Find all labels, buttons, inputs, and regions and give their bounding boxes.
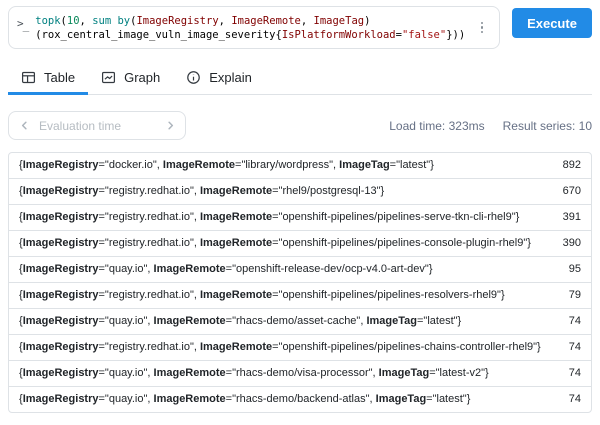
query-token: IsPlatformWorkload [282, 29, 396, 41]
query-token: sum [92, 15, 111, 27]
result-row: {ImageRegistry="quay.io", ImageRemote="r… [9, 361, 591, 387]
query-token: )) [453, 29, 466, 41]
load-time-text: Load time: 323ms [389, 119, 484, 133]
query-token: ) [364, 15, 370, 27]
result-row: {ImageRegistry="docker.io", ImageRemote=… [9, 153, 591, 179]
query-line: (rox_central_image_vuln_image_severity{I… [35, 28, 473, 42]
query-token: ImageRegistry [136, 15, 218, 27]
table-icon [21, 70, 36, 85]
label-name: ImageRemote [200, 211, 272, 223]
series-labels: {ImageRegistry="registry.redhat.io", Ima… [19, 236, 531, 251]
result-row: {ImageRegistry="quay.io", ImageRemote="r… [9, 387, 591, 412]
label-name: ImageRemote [200, 237, 272, 249]
results-table: {ImageRegistry="docker.io", ImageRemote=… [8, 152, 592, 413]
query-token: ImageTag [314, 15, 365, 27]
series-value: 390 [551, 236, 581, 251]
execute-button[interactable]: Execute [512, 8, 592, 38]
result-row: {ImageRegistry="quay.io", ImageRemote="o… [9, 257, 591, 283]
label-name: ImageRegistry [23, 289, 99, 301]
query-token: "false" [402, 29, 446, 41]
label-name: ImageRegistry [23, 367, 99, 379]
query-token: by [117, 15, 130, 27]
label-name: ImageRemote [154, 263, 226, 275]
tab-graph[interactable]: Graph [88, 62, 173, 95]
evaluation-time-input[interactable] [39, 119, 155, 133]
result-series-text: Result series: 10 [503, 119, 592, 133]
series-value: 892 [551, 158, 581, 173]
label-name: ImageRegistry [23, 263, 99, 275]
evaluation-time-control [8, 111, 186, 140]
query-token: rox_central_image_vuln_image_severity [42, 29, 276, 41]
series-labels: {ImageRegistry="registry.redhat.io", Ima… [19, 184, 384, 199]
label-name: ImageRegistry [23, 211, 99, 223]
series-value: 79 [557, 288, 581, 303]
result-row: {ImageRegistry="registry.redhat.io", Ima… [9, 335, 591, 361]
query-token: , [301, 15, 314, 27]
label-name: ImageRemote [200, 341, 272, 353]
label-name: ImageRegistry [23, 393, 99, 405]
query-text[interactable]: topk(10, sum by(ImageRegistry, ImageRemo… [35, 12, 473, 42]
series-labels: {ImageRegistry="quay.io", ImageRemote="r… [19, 366, 489, 381]
query-line: topk(10, sum by(ImageRegistry, ImageRemo… [35, 14, 473, 28]
series-value: 95 [557, 262, 581, 277]
query-stats: Load time: 323ms Result series: 10 [389, 119, 592, 133]
label-name: ImageRemote [200, 185, 272, 197]
label-name: ImageRegistry [23, 185, 99, 197]
result-row: {ImageRegistry="registry.redhat.io", Ima… [9, 205, 591, 231]
label-name: ImageTag [366, 315, 417, 327]
result-row: {ImageRegistry="registry.redhat.io", Ima… [9, 179, 591, 205]
query-token: , [219, 15, 232, 27]
query-token: ImageRemote [231, 15, 301, 27]
label-name: ImageTag [376, 393, 427, 405]
query-token: , [80, 15, 93, 27]
label-name: ImageRegistry [23, 315, 99, 327]
series-value: 74 [557, 392, 581, 407]
series-labels: {ImageRegistry="docker.io", ImageRemote=… [19, 158, 434, 173]
label-name: ImageRegistry [23, 159, 99, 171]
label-name: ImageRemote [154, 393, 226, 405]
query-editor[interactable]: >_ topk(10, sum by(ImageRegistry, ImageR… [8, 6, 500, 49]
tab-table-label: Table [44, 70, 75, 85]
tab-explain[interactable]: Explain [173, 62, 265, 95]
label-name: ImageTag [379, 367, 430, 379]
series-labels: {ImageRegistry="quay.io", ImageRemote="o… [19, 262, 433, 277]
series-labels: {ImageRegistry="registry.redhat.io", Ima… [19, 210, 519, 225]
result-row: {ImageRegistry="registry.redhat.io", Ima… [9, 231, 591, 257]
series-value: 74 [557, 340, 581, 355]
graph-icon [101, 70, 116, 85]
series-value: 391 [551, 210, 581, 225]
series-labels: {ImageRegistry="registry.redhat.io", Ima… [19, 288, 505, 303]
info-icon [186, 70, 201, 85]
label-name: ImageRemote [163, 159, 235, 171]
query-token: 10 [67, 15, 80, 27]
label-name: ImageRegistry [23, 237, 99, 249]
tab-explain-label: Explain [209, 70, 252, 85]
query-bar: >_ topk(10, sum by(ImageRegistry, ImageR… [8, 6, 592, 49]
result-row: {ImageRegistry="registry.redhat.io", Ima… [9, 283, 591, 309]
table-toolbar: Load time: 323ms Result series: 10 [8, 95, 592, 152]
query-token: topk [35, 15, 60, 27]
kebab-menu-button[interactable] [473, 18, 491, 38]
label-name: ImageRemote [154, 315, 226, 327]
series-value: 670 [551, 184, 581, 199]
evaluation-time-next-button[interactable] [155, 112, 185, 139]
series-value: 74 [557, 366, 581, 381]
evaluation-time-prev-button[interactable] [9, 112, 39, 139]
label-name: ImageRegistry [23, 341, 99, 353]
series-labels: {ImageRegistry="quay.io", ImageRemote="r… [19, 314, 461, 329]
series-value: 74 [557, 314, 581, 329]
series-labels: {ImageRegistry="registry.redhat.io", Ima… [19, 340, 541, 355]
terminal-prompt-icon: >_ [15, 12, 35, 29]
series-labels: {ImageRegistry="quay.io", ImageRemote="r… [19, 392, 470, 407]
result-row: {ImageRegistry="quay.io", ImageRemote="r… [9, 309, 591, 335]
tab-table[interactable]: Table [8, 62, 88, 95]
label-name: ImageRemote [200, 289, 272, 301]
result-tabs: Table Graph Explain [8, 62, 592, 95]
tab-graph-label: Graph [124, 70, 160, 85]
label-name: ImageRemote [154, 367, 226, 379]
label-name: ImageTag [339, 159, 390, 171]
